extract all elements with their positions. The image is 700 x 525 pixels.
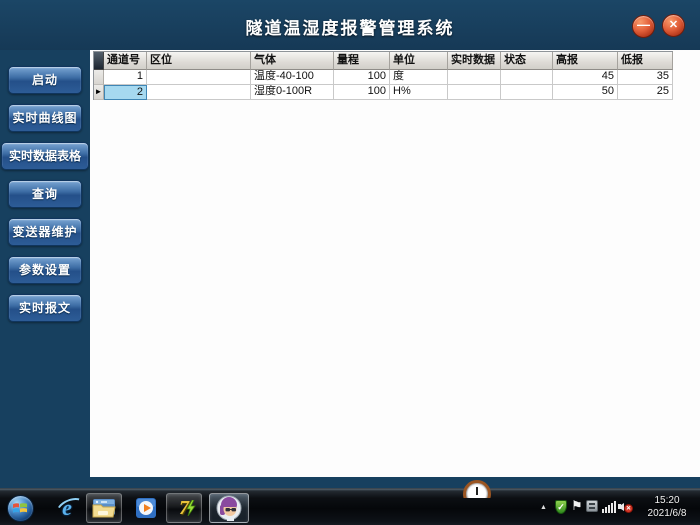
page-title: 隧道温湿度报警管理系统 [0, 14, 700, 39]
avatar [216, 495, 242, 521]
close-button[interactable]: ✕ [662, 14, 685, 37]
desktop-screen: 隧道温湿度报警管理系统 — ✕ 启动实时曲线图实时数据表格查询变送器维护参数设置… [0, 0, 700, 525]
column-header-realtime[interactable]: 实时数据 [448, 52, 501, 70]
avatar-app-icon[interactable] [209, 493, 249, 523]
windows-flag-icon [13, 502, 27, 514]
cell-realtime[interactable] [448, 70, 501, 85]
sidebar-button-1[interactable]: 启动 [8, 66, 82, 94]
sidebar-button-3[interactable]: 实时数据表格 [1, 142, 89, 170]
column-header-zone[interactable]: 区位 [147, 52, 251, 70]
column-header-low[interactable]: 低报 [618, 52, 673, 70]
sidebar-button-2[interactable]: 实时曲线图 [8, 104, 82, 132]
tray-date: 2021/6/8 [640, 507, 694, 520]
gauge-icon[interactable] [461, 480, 495, 498]
internet-explorer-icon[interactable]: e [49, 493, 85, 523]
cell-status[interactable] [501, 85, 553, 100]
tray-time: 15:20 [640, 494, 694, 507]
hidden-icons-arrow[interactable]: ▲ [540, 504, 547, 511]
table-header-row: 通道号区位气体量程单位实时数据状态高报低报 [94, 52, 673, 70]
sidebar-button-5[interactable]: 变送器维护 [8, 218, 82, 246]
row-indicator [94, 70, 104, 85]
network-signal-icon[interactable] [602, 501, 616, 513]
cell-realtime[interactable] [448, 85, 501, 100]
table-corner-cell [94, 52, 104, 70]
cell-range[interactable]: 100 [334, 70, 390, 85]
cell-status[interactable] [501, 70, 553, 85]
column-header-status[interactable]: 状态 [501, 52, 553, 70]
row-indicator: ► [94, 85, 104, 100]
system-clock[interactable]: 15:20 2021/6/8 [640, 494, 694, 520]
windows-explorer-icon[interactable] [86, 493, 122, 523]
column-header-channel[interactable]: 通道号 [104, 52, 147, 70]
sidebar-button-4[interactable]: 查询 [8, 180, 82, 208]
cell-unit[interactable]: 度 [390, 70, 448, 85]
cell-low[interactable]: 25 [618, 85, 673, 100]
table-row[interactable]: 1 温度-40-100100度 4535 [94, 70, 673, 85]
cell-high[interactable]: 45 [553, 70, 618, 85]
app-titlebar: 隧道温湿度报警管理系统 — ✕ [0, 0, 700, 50]
volume-muted-icon[interactable]: ✕ [618, 500, 633, 513]
lightning-icon [186, 500, 196, 516]
cell-gas[interactable]: 湿度0-100R [251, 85, 334, 100]
main-panel: 通道号区位气体量程单位实时数据状态高报低报1温度-40-100100度4535►… [90, 50, 700, 477]
sidebar-button-6[interactable]: 参数设置 [8, 256, 82, 284]
table-row[interactable]: ►2 湿度0-100R100H% 5025 [94, 85, 673, 100]
cell-channel[interactable]: 1 [104, 70, 147, 85]
cell-zone[interactable] [147, 70, 251, 85]
column-header-gas[interactable]: 气体 [251, 52, 334, 70]
taskbar: e 7 [0, 488, 700, 525]
media-player-icon[interactable] [128, 493, 164, 523]
data-table: 通道号区位气体量程单位实时数据状态高报低报1温度-40-100100度4535►… [93, 51, 673, 100]
cell-zone[interactable] [147, 85, 251, 100]
app-seven-icon[interactable]: 7 [166, 493, 202, 523]
cell-channel[interactable]: 2 [104, 85, 147, 100]
column-header-high[interactable]: 高报 [553, 52, 618, 70]
sidebar: 启动实时曲线图实时数据表格查询变送器维护参数设置实时报文 [0, 50, 90, 488]
column-header-unit[interactable]: 单位 [390, 52, 448, 70]
security-shield-icon[interactable]: ✓ [555, 500, 567, 514]
minimize-button[interactable]: — [632, 15, 655, 38]
cell-range[interactable]: 100 [334, 85, 390, 100]
cell-unit[interactable]: H% [390, 85, 448, 100]
start-button[interactable] [7, 495, 34, 522]
action-center-flag-icon[interactable]: ⚑ [571, 498, 583, 514]
cell-high[interactable]: 50 [553, 85, 618, 100]
column-header-range[interactable]: 量程 [334, 52, 390, 70]
cell-gas[interactable]: 温度-40-100 [251, 70, 334, 85]
cell-low[interactable]: 35 [618, 70, 673, 85]
sidebar-button-7[interactable]: 实时报文 [8, 294, 82, 322]
ime-indicator-icon[interactable] [586, 500, 598, 512]
